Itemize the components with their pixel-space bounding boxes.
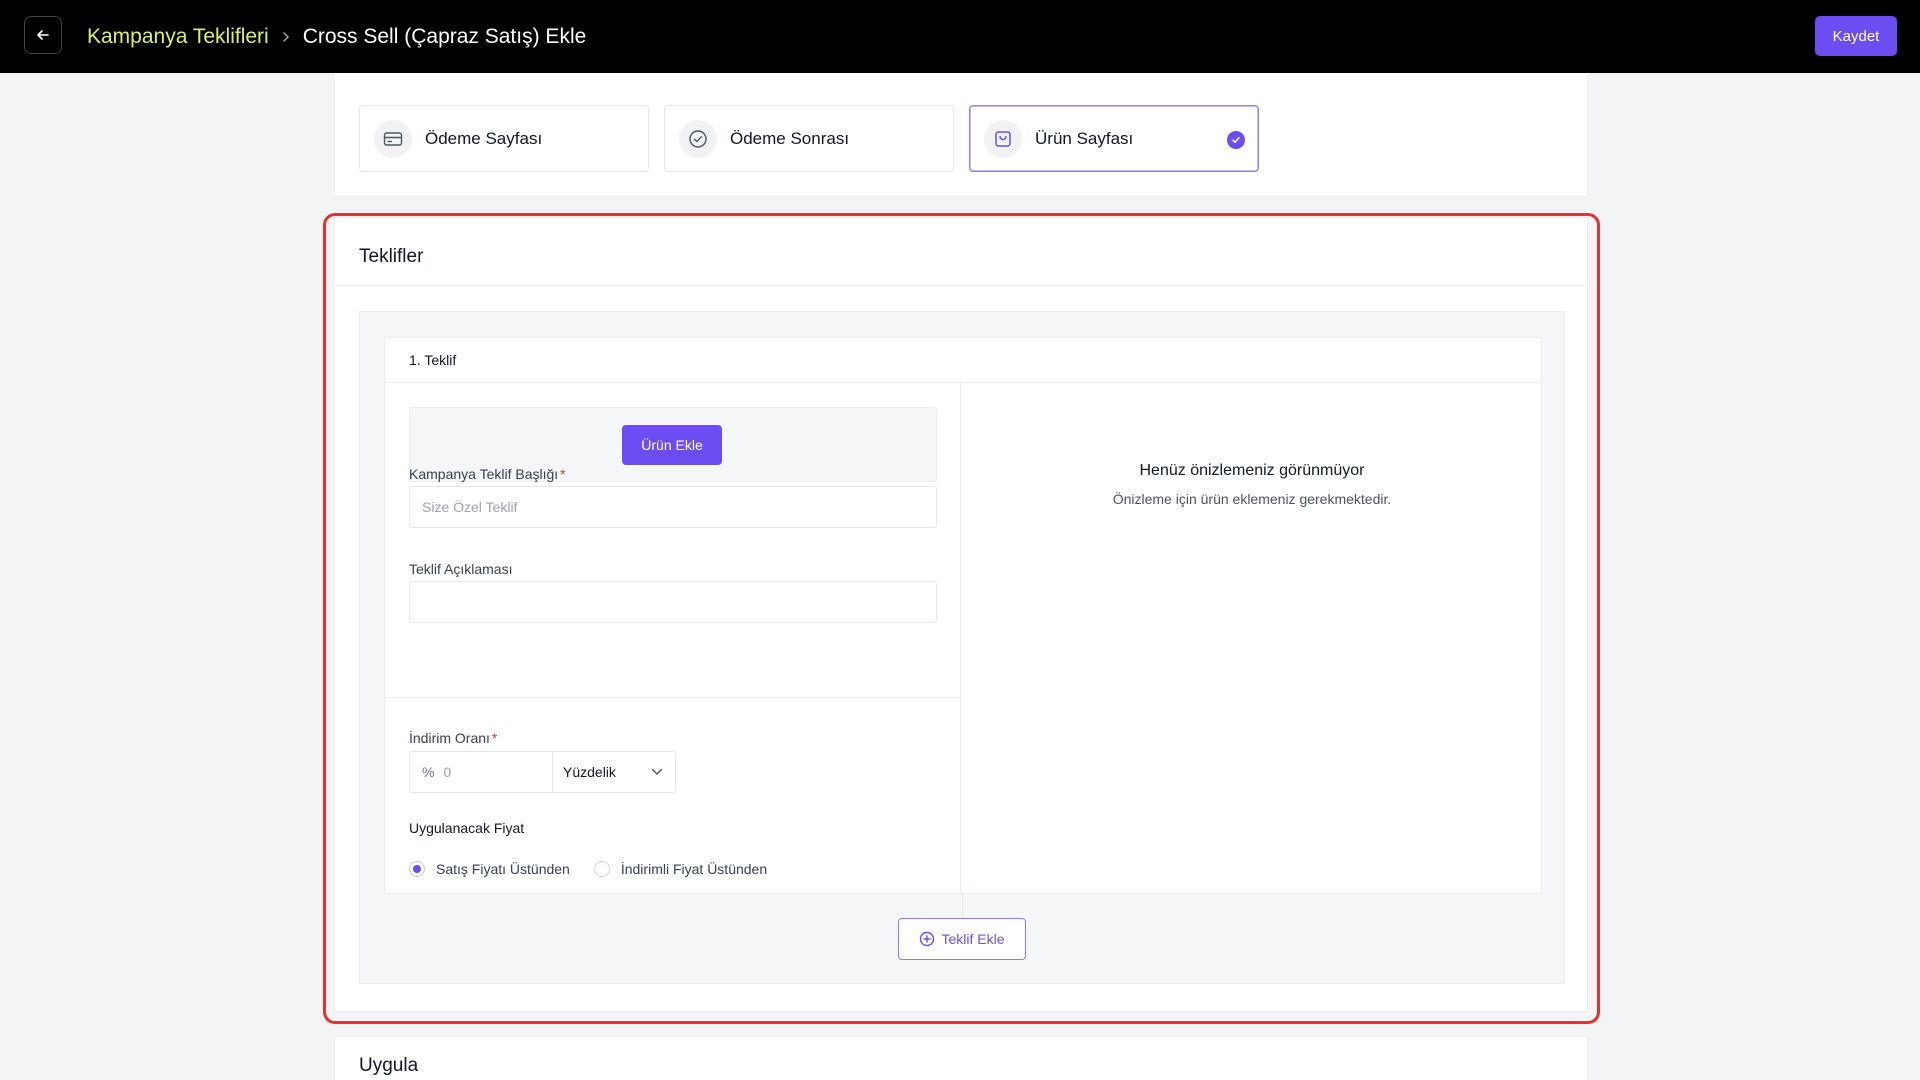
shopping-bag-icon (984, 119, 1022, 158)
page-option-post-checkout[interactable]: Ödeme Sonrası (664, 105, 954, 172)
required-mark: * (491, 730, 498, 746)
page-option-label: Ödeme Sonrası (730, 128, 850, 148)
discount-type-value: Yüzdelik (563, 764, 616, 780)
offer-heading: 1. Teklif (409, 352, 457, 368)
offers-title: Teklifler (359, 246, 424, 267)
back-button[interactable] (24, 16, 62, 54)
chevron-right-icon (281, 31, 291, 43)
chevron-down-icon (651, 768, 663, 775)
offer-title-label-text: Kampanya Teklif Başlığı (409, 466, 559, 482)
plus-circle-icon (920, 931, 935, 947)
connector-line (962, 894, 963, 919)
offer-item: 1. Teklif Ürün Ekle Kampanya Teklif Başl… (384, 337, 1542, 894)
page-option-product[interactable]: Ürün Sayfası (969, 105, 1259, 172)
discount-rate-input[interactable]: % 0 (410, 752, 553, 792)
page-type-card: Ödeme Sayfası Ödeme Sonrası Ürün Sayfası (334, 73, 1588, 197)
top-bar: Kampanya Teklifleri Cross Sell (Çapraz S… (0, 0, 1920, 73)
offers-container: 1. Teklif Ürün Ekle Kampanya Teklif Başl… (359, 311, 1565, 984)
check-icon (1227, 131, 1245, 149)
applied-price-label: Uygulanacak Fiyat (409, 820, 525, 836)
radio-sale-price-label[interactable]: Satış Fiyatı Üstünden (436, 861, 570, 877)
offer-title-label: Kampanya Teklif Başlığı * (409, 466, 566, 482)
page-option-label: Ürün Sayfası (1035, 128, 1134, 148)
save-button[interactable]: Kaydet (1815, 16, 1897, 56)
discount-rate-label: İndirim Oranı * (409, 730, 497, 746)
divider (960, 383, 961, 894)
arrow-left-icon (37, 30, 49, 40)
radio-discounted-price[interactable] (593, 861, 610, 877)
offer-title-input[interactable]: Size Özel Teklif (409, 486, 937, 528)
discount-rate-value: 0 (443, 764, 452, 780)
divider (335, 285, 1587, 286)
page-title: Cross Sell (Çapraz Satış) Ekle (302, 24, 587, 48)
offer-description-input[interactable] (409, 581, 937, 623)
percent-prefix: % (422, 764, 435, 780)
check-circle-icon (679, 119, 717, 158)
discount-rate-group: % 0 Yüzdelik (409, 751, 676, 793)
offer-title-placeholder: Size Özel Teklif (422, 499, 518, 515)
preview-empty-subtitle: Önizleme için ürün eklemeniz gerekmekted… (1112, 491, 1392, 507)
add-offer-button[interactable]: Teklif Ekle (898, 918, 1026, 960)
apply-card: Uygula (334, 1036, 1588, 1080)
add-offer-label: Teklif Ekle (941, 931, 1005, 947)
breadcrumb: Kampanya Teklifleri Cross Sell (Çapraz S… (87, 0, 586, 73)
add-product-button[interactable]: Ürün Ekle (622, 425, 722, 465)
radio-sale-price[interactable] (409, 861, 425, 877)
offer-description-label: Teklif Açıklaması (409, 561, 513, 577)
credit-card-icon (374, 119, 412, 158)
apply-title: Uygula (359, 1055, 419, 1076)
applied-price-radio-group: Satış Fiyatı Üstünden İndirimli Fiyat Üs… (409, 861, 767, 877)
divider (385, 382, 1541, 383)
breadcrumb-parent-link[interactable]: Kampanya Teklifleri (87, 25, 269, 49)
discount-type-select[interactable]: Yüzdelik (553, 752, 675, 792)
preview-empty-title: Henüz önizlemeniz görünmüyor (1139, 462, 1365, 479)
divider (385, 697, 960, 698)
page-option-checkout[interactable]: Ödeme Sayfası (359, 105, 649, 172)
page-option-label: Ödeme Sayfası (425, 128, 543, 148)
offers-card: Teklifler 1. Teklif Ürün Ekle Kampanya T… (334, 217, 1588, 1012)
radio-discounted-price-label[interactable]: İndirimli Fiyat Üstünden (621, 861, 767, 877)
discount-rate-label-text: İndirim Oranı (409, 730, 490, 746)
required-mark: * (560, 466, 566, 482)
